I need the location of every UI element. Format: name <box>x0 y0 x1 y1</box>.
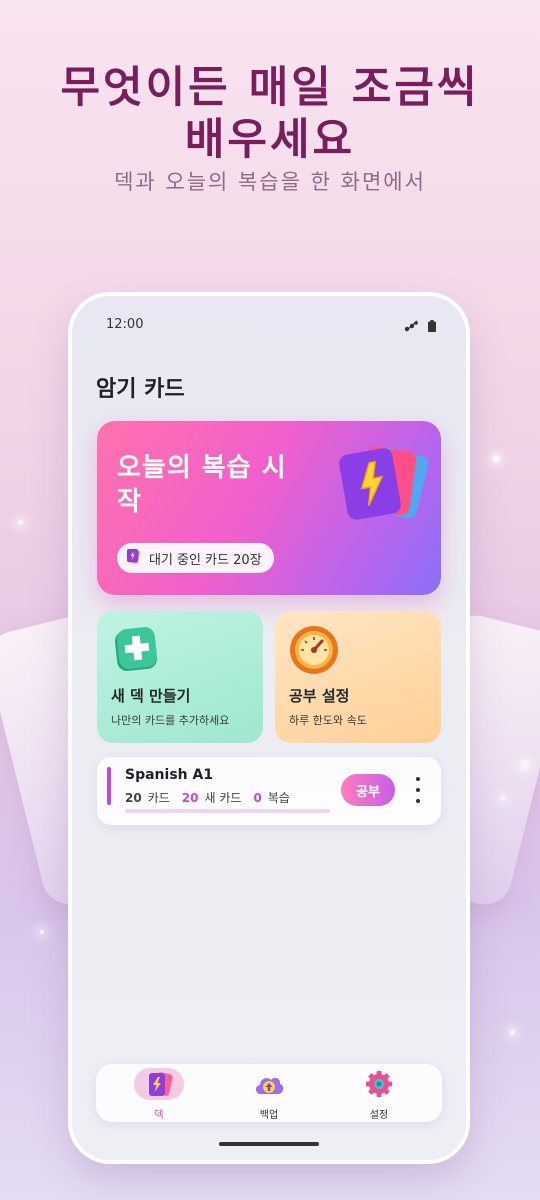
start-review-title: 오늘의 복습 시작 <box>117 453 287 517</box>
deck-color-bar <box>107 767 111 805</box>
deck-icon <box>142 1070 176 1104</box>
bottom-navigation: 덱 백업 설정 <box>96 1064 442 1122</box>
nav-label-settings: 설정 <box>369 1110 389 1121</box>
phone-frame: 12:00 암기 카드 오늘의 복습 시작 대기 중인 카드 20장 새 덱 만… <box>72 296 466 1160</box>
deck-review-count: 0 <box>253 791 262 805</box>
deck-new-count: 20 <box>181 791 199 805</box>
flashcards-lightning-icon <box>337 441 433 527</box>
cloud-upload-icon <box>252 1070 286 1104</box>
deck-stats: 20 카드 20 새 카드 0 복습 <box>125 789 290 806</box>
deck-progress-bar <box>125 809 330 813</box>
signal-icon <box>404 317 418 336</box>
status-time: 12:00 <box>106 317 144 332</box>
deck-list-item[interactable]: Spanish A1 20 카드 20 새 카드 0 복습 공부 <box>97 757 441 825</box>
background-sparkle <box>40 930 44 934</box>
study-button[interactable]: 공부 <box>341 774 395 806</box>
start-review-card[interactable]: 오늘의 복습 시작 대기 중인 카드 20장 <box>97 421 441 595</box>
deck-total-count: 20 <box>125 791 142 805</box>
nav-item-settings[interactable]: 설정 <box>349 1070 409 1121</box>
app-title: 암기 카드 <box>96 377 185 402</box>
battery-icon <box>428 317 436 336</box>
more-options-icon[interactable] <box>411 777 425 803</box>
flashcard-mini-icon <box>125 547 143 569</box>
background-sparkle <box>492 455 500 463</box>
pending-cards-label: 대기 중인 카드 20장 <box>149 552 262 568</box>
deck-name: Spanish A1 <box>125 767 214 783</box>
create-deck-title: 새 덱 만들기 <box>111 687 191 705</box>
background-sparkle <box>18 520 23 525</box>
plus-icon <box>113 625 159 673</box>
background-sparkle <box>510 1030 515 1035</box>
home-indicator[interactable] <box>219 1142 319 1146</box>
study-settings-title: 공부 설정 <box>289 687 350 705</box>
study-settings-tile[interactable]: 공부 설정 하루 한도와 속도 <box>275 611 441 743</box>
nav-item-backup[interactable]: 백업 <box>239 1070 299 1121</box>
promo-headline-line2: 배우세요 <box>184 115 356 165</box>
status-icons <box>404 317 436 336</box>
deck-new-label: 새 카드 <box>204 791 242 805</box>
deck-total-label: 카드 <box>147 791 170 805</box>
promo-headline-line1: 무엇이든 매일 조금씩 <box>60 63 480 113</box>
nav-label-backup: 백업 <box>259 1110 279 1121</box>
promo-subheadline: 덱과 오늘의 복습을 한 화면에서 <box>114 170 426 194</box>
nav-item-deck[interactable]: 덱 <box>129 1070 189 1121</box>
create-deck-subtitle: 나만의 카드를 추가하세요 <box>111 714 230 727</box>
nav-label-deck: 덱 <box>154 1110 164 1121</box>
pending-cards-badge: 대기 중인 카드 20장 <box>117 543 274 573</box>
gear-icon <box>362 1070 396 1104</box>
deck-review-label: 복습 <box>267 791 290 805</box>
gauge-icon <box>289 625 339 675</box>
create-deck-tile[interactable]: 새 덱 만들기 나만의 카드를 추가하세요 <box>97 611 263 743</box>
promo-headline: 무엇이든 매일 조금씩 배우세요 <box>0 62 540 166</box>
study-settings-subtitle: 하루 한도와 속도 <box>289 714 367 727</box>
